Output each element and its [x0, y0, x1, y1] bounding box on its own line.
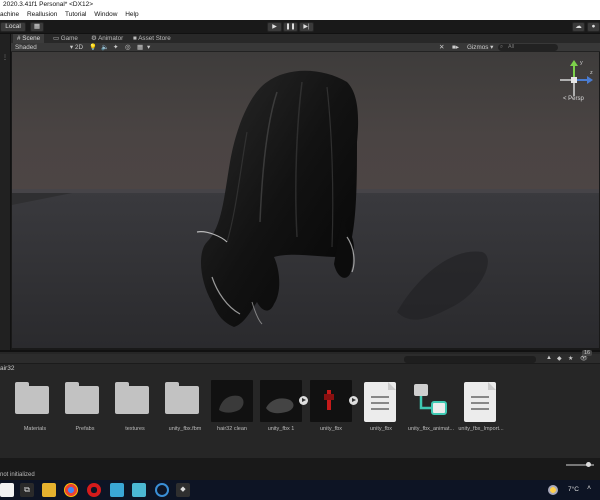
tools-icon[interactable]: ✕: [439, 43, 444, 52]
mode-2d-toggle[interactable]: 2D: [75, 43, 83, 52]
search-icon: ⌕: [500, 44, 504, 50]
asset-unity-fbx-1[interactable]: unity_fbx 1: [260, 380, 302, 440]
model-thumbnail: [310, 380, 352, 422]
game-tab-icon: ▭: [53, 35, 59, 42]
asset-unity-fbx-doc[interactable]: unity_fbx: [360, 380, 400, 440]
favorite-icon[interactable]: ★: [568, 355, 573, 362]
count-badge: 16: [582, 350, 593, 356]
play-preview-icon[interactable]: [349, 396, 358, 405]
menu-bar: achine Reallusion Tutorial Window Help: [0, 10, 600, 20]
account-icon[interactable]: ●: [587, 22, 600, 32]
pause-button[interactable]: ❚❚: [283, 22, 298, 32]
asset-folder-materials[interactable]: Materials: [14, 380, 54, 440]
axis-z-label: z: [590, 70, 593, 76]
pivot-toggle-button[interactable]: Local: [0, 22, 26, 32]
lighting-icon[interactable]: 💡: [89, 43, 97, 52]
status-bar: not initialized: [0, 458, 600, 480]
asset-store-tab-icon: ■: [133, 35, 137, 42]
asset-folder-fbm[interactable]: unity_fbx.fbm: [164, 380, 204, 440]
asset-hair32-clean[interactable]: hair32 clean: [211, 380, 253, 440]
asset-folder-textures[interactable]: textures: [114, 380, 154, 440]
asset-unity-fbx[interactable]: unity_fbx: [310, 380, 352, 440]
project-breadcrumb[interactable]: air32: [0, 365, 14, 372]
asset-folder-prefabs[interactable]: Prefabs: [64, 380, 104, 440]
view-tabs: # Scene ▭ Game ⚙ Animator ■ Asset Store: [11, 34, 600, 43]
menu-item-help[interactable]: Help: [125, 11, 138, 18]
tab-asset-store[interactable]: ■ Asset Store: [129, 34, 175, 43]
temperature-label: 7°C: [568, 486, 579, 493]
main-toolbar: Local ▦ ▶ ❚❚ ▶| ☁ ●: [0, 20, 600, 34]
folder-icon: [165, 382, 199, 414]
asset-unity-fbx-animator[interactable]: unity_fbx_animat...: [408, 380, 454, 440]
opera-icon[interactable]: [87, 483, 101, 497]
gizmos-dropdown[interactable]: Gizmos ▾: [467, 43, 493, 52]
file-explorer-icon[interactable]: [42, 483, 56, 497]
unity-taskbar-icon[interactable]: ◆: [176, 483, 190, 497]
axis-y-label: y: [580, 60, 583, 66]
pivot-label: Local: [5, 23, 21, 30]
tab-game[interactable]: ▭ Game: [49, 34, 82, 43]
menu-item-machine[interactable]: achine: [0, 11, 19, 18]
menu-dots-icon[interactable]: ⋮: [2, 54, 8, 61]
folder-icon: [15, 382, 49, 414]
step-button[interactable]: ▶|: [299, 22, 314, 32]
scene-control-bar: Shaded ▾ 2D 💡 🔈 ✦ ◎ ▦ ▾ ✕ ■▸ Gizmos ▾ ⌕ …: [11, 43, 600, 52]
weather-icon: [548, 485, 558, 495]
scene-viewport[interactable]: y z < Persp: [12, 52, 599, 348]
asset-unity-fbx-import[interactable]: unity_fbx_Import...: [458, 380, 504, 440]
menu-item-tutorial[interactable]: Tutorial: [65, 11, 86, 18]
scene-render: [12, 52, 599, 348]
play-button[interactable]: ▶: [267, 22, 282, 32]
tab-animator[interactable]: ⚙ Animator: [87, 34, 127, 43]
menu-item-reallusion[interactable]: Reallusion: [27, 11, 57, 18]
perspective-toggle[interactable]: < Persp: [563, 96, 584, 102]
play-preview-icon[interactable]: [299, 396, 308, 405]
animator-tab-icon: ⚙: [91, 35, 97, 42]
document-icon: [464, 382, 496, 422]
task-view-icon[interactable]: ⧉: [20, 483, 34, 497]
scene-tab-icon: #: [17, 35, 21, 42]
scene-search-input[interactable]: ⌕ All: [498, 44, 558, 51]
menu-item-window[interactable]: Window: [94, 11, 117, 18]
camera-icon[interactable]: ■▸: [452, 43, 459, 52]
filter-by-type-icon[interactable]: ▲: [546, 355, 552, 361]
os-taskbar: ⧉ ◆ 7°C ˄: [0, 480, 600, 500]
folder-icon: [115, 382, 149, 414]
window-title-bar: 2020.3.41f1 Personal* <DX12>: [0, 0, 600, 10]
window-title: 2020.3.41f1 Personal* <DX12>: [3, 1, 93, 8]
audio-icon[interactable]: 🔈: [101, 43, 109, 52]
app-photos-icon[interactable]: [132, 483, 146, 497]
app-c-icon[interactable]: [155, 483, 169, 497]
animator-controller-icon: [414, 384, 447, 415]
cloud-icon[interactable]: ☁: [572, 22, 585, 32]
overflow-chevron-icon[interactable]: ˄: [587, 485, 591, 492]
shading-mode-dropdown[interactable]: Shaded ▾: [15, 43, 73, 52]
hierarchy-strip: ⋮: [0, 34, 11, 350]
status-message: not initialized: [0, 472, 35, 478]
project-search-input[interactable]: [404, 356, 536, 363]
grid-icon[interactable]: ▦: [137, 43, 143, 52]
effects-icon[interactable]: ✦: [113, 43, 118, 52]
app-m-icon[interactable]: [110, 483, 124, 497]
tab-scene[interactable]: # Scene: [13, 34, 45, 43]
visibility-icon[interactable]: 👁: [580, 355, 588, 362]
hidden-objects-icon[interactable]: ◎: [125, 43, 131, 52]
more-icon[interactable]: ▾: [147, 43, 150, 52]
document-icon: [364, 382, 396, 422]
grid-snap-icon[interactable]: ▦: [30, 22, 44, 32]
zoom-slider-handle[interactable]: [586, 462, 591, 467]
chrome-icon[interactable]: [64, 483, 78, 497]
model-thumbnail: [211, 380, 253, 422]
folder-icon: [65, 382, 99, 414]
app-icon[interactable]: [0, 483, 14, 497]
chevron-down-icon: ▾: [69, 44, 73, 51]
filter-by-label-icon[interactable]: ◆: [557, 355, 562, 362]
model-thumbnail: [260, 380, 302, 422]
